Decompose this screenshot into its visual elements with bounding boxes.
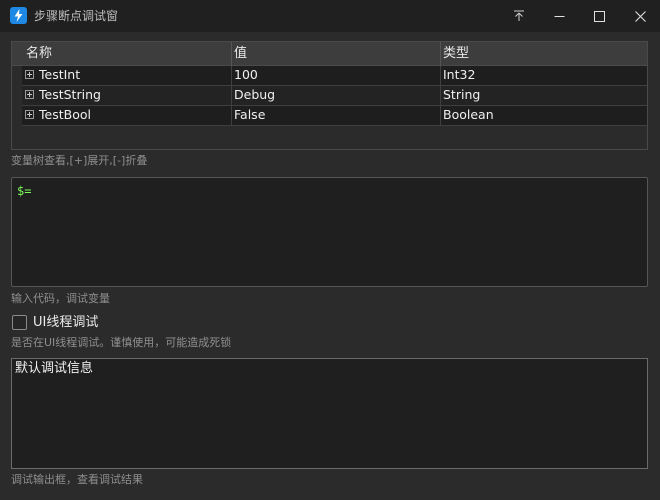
tree-header: 名称 值 类型 (12, 42, 647, 66)
ui-thread-hint: 是否在UI线程调试。谨慎使用，可能造成死锁 (11, 336, 232, 349)
ui-thread-label[interactable]: UI线程调试 (33, 315, 98, 331)
column-divider[interactable] (440, 42, 441, 66)
close-icon (634, 10, 646, 22)
cell-divider (231, 66, 232, 85)
output-hint: 调试输出框，查看调试结果 (11, 473, 143, 486)
tree-row[interactable]: TestString Debug String (22, 86, 647, 106)
debug-window: 步骤断点调试窗 名称 值 类型 TestInt 100 Int32 TestSt… (0, 0, 660, 500)
variable-tree[interactable]: 名称 值 类型 TestInt 100 Int32 TestString Deb… (11, 41, 648, 150)
code-hint: 输入代码，调试变量 (11, 292, 110, 305)
window-title: 步骤断点调试窗 (34, 9, 119, 23)
column-header-value[interactable]: 值 (234, 46, 247, 62)
column-divider[interactable] (231, 42, 232, 66)
cell-divider (440, 86, 441, 105)
close-button[interactable] (620, 0, 660, 32)
pin-icon (514, 10, 524, 21)
cell-divider (440, 106, 441, 125)
output-box[interactable]: 默认调试信息 (11, 358, 648, 469)
row-name: TestString (39, 87, 101, 102)
cell-divider (231, 86, 232, 105)
row-value: Debug (234, 87, 276, 102)
expand-icon[interactable] (25, 110, 34, 119)
row-value: False (234, 107, 266, 122)
minimize-button[interactable] (539, 0, 579, 32)
code-text: $= (17, 184, 32, 198)
row-type: Boolean (443, 107, 494, 122)
minimize-icon (554, 15, 564, 17)
app-lightning-icon (10, 7, 27, 24)
maximize-icon (593, 10, 605, 22)
cell-divider (231, 106, 232, 125)
row-name: TestBool (39, 107, 91, 122)
ui-thread-checkbox[interactable] (12, 315, 27, 330)
title-bar[interactable]: 步骤断点调试窗 (0, 0, 660, 32)
row-type: Int32 (443, 67, 476, 82)
code-input[interactable]: $= (11, 177, 648, 287)
output-text: 默认调试信息 (15, 361, 94, 376)
column-header-name[interactable]: 名称 (26, 46, 52, 62)
cell-divider (440, 66, 441, 85)
maximize-button[interactable] (579, 0, 619, 32)
row-name: TestInt (39, 67, 81, 82)
pin-button[interactable] (499, 0, 539, 32)
tree-row[interactable]: TestInt 100 Int32 (22, 66, 647, 86)
tree-row[interactable]: TestBool False Boolean (22, 106, 647, 126)
expand-icon[interactable] (25, 70, 34, 79)
column-header-type[interactable]: 类型 (443, 46, 469, 62)
expand-icon[interactable] (25, 90, 34, 99)
row-type: String (443, 87, 481, 102)
tree-body: TestInt 100 Int32 TestString Debug Strin… (22, 66, 647, 126)
row-value: 100 (234, 67, 258, 82)
tree-hint: 变量树查看,[+]展开,[-]折叠 (11, 154, 148, 167)
